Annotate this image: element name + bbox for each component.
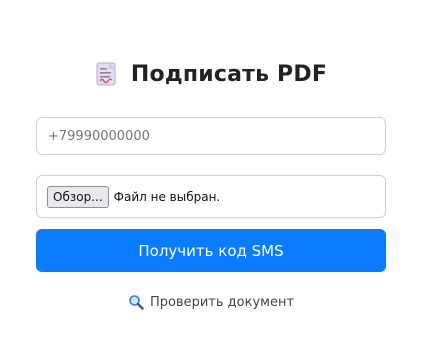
file-status-text: Файл не выбран. [113, 189, 221, 204]
browse-file-button[interactable]: Обзор... [47, 185, 109, 208]
magnifier-icon [128, 294, 144, 310]
page-title: Подписать PDF [130, 61, 328, 87]
page-header: Подписать PDF [36, 58, 386, 90]
get-sms-code-button[interactable]: Получить код SMS [36, 229, 386, 272]
phone-input[interactable] [36, 117, 386, 155]
file-upload-field[interactable]: Обзор... Файл не выбран. [36, 175, 386, 218]
verify-document-link[interactable]: Проверить документ [36, 292, 386, 312]
document-signature-icon [95, 61, 119, 87]
verify-document-label: Проверить документ [149, 294, 295, 310]
